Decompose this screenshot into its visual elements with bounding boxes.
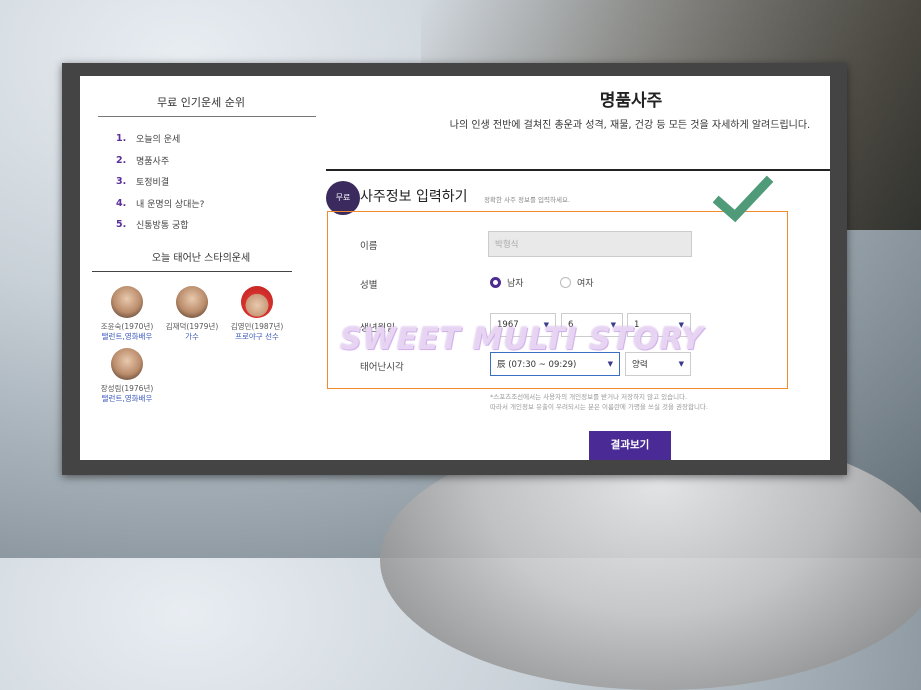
star-card[interactable]: 김재덕(1979년) 가수 <box>157 286 227 342</box>
chevron-down-icon: ▼ <box>678 360 684 368</box>
ranking-item[interactable]: 1. 오늘의 운세 <box>116 128 204 150</box>
gender-female-radio[interactable]: 여자 <box>560 276 594 289</box>
stars-divider <box>92 271 292 272</box>
title-divider <box>326 169 830 171</box>
privacy-notice: *스포츠조선에서는 사용자의 개인정보를 받거나 저장하지 않고 있습니다. 따… <box>490 392 820 412</box>
star-avatar <box>176 286 208 318</box>
star-card[interactable]: 장성림(1976년) 탤런트,영화배우 <box>92 348 162 404</box>
privacy-notice-line: *스포츠조선에서는 사용자의 개인정보를 받거나 저장하지 않고 있습니다. <box>490 393 688 401</box>
checkmark-icon <box>713 175 773 223</box>
star-avatar <box>111 348 143 380</box>
star-card[interactable]: 조윤숙(1970년) 탤런트,영화배우 <box>92 286 162 342</box>
rank-number: 5. <box>116 219 127 231</box>
ranking-list: 1. 오늘의 운세 2. 명품사주 3. 토정비결 4. 내 운명의 상대는? 5. 신통… <box>116 128 204 236</box>
ranking-item[interactable]: 3. 토정비결 <box>116 171 204 193</box>
star-name: 조윤숙(1970년) <box>100 322 154 331</box>
gender-male-label: 남자 <box>507 279 524 289</box>
rank-number: 2. <box>116 154 127 166</box>
radio-unselected-icon <box>560 277 571 288</box>
page-title: 명품사주 <box>599 91 663 111</box>
rank-label: 토정비결 <box>136 178 170 189</box>
rank-label: 명품사주 <box>136 156 170 167</box>
privacy-notice-line: 따라서 개인정보 유출이 우려되시는 분은 이름란에 가명을 쓰실 것을 권장합… <box>490 403 709 411</box>
stars-title: 오늘 태어난 스타의운세 <box>151 253 251 264</box>
star-name: 김재덕(1979년) <box>165 322 219 331</box>
gender-female-label: 여자 <box>577 279 594 289</box>
section-hint: 정확한 사주 정보를 입력하세요. <box>484 196 571 204</box>
rank-number: 3. <box>116 176 127 188</box>
result-button[interactable]: 결과보기 <box>589 431 671 460</box>
star-job: 프로야구 선수 <box>235 332 279 341</box>
rank-number: 4. <box>116 197 127 209</box>
gender-male-radio[interactable]: 남자 <box>490 276 524 289</box>
section-title: 사주정보 입력하기 <box>360 189 468 205</box>
ranking-divider <box>98 116 316 117</box>
star-job: 탤런트,영화배우 <box>101 394 153 403</box>
star-card[interactable]: 김영민(1987년) 프로야구 선수 <box>222 286 292 342</box>
rank-label: 오늘의 운세 <box>136 135 181 146</box>
rank-label: 내 운명의 상대는? <box>136 199 205 210</box>
rank-label: 신통방통 궁합 <box>136 221 189 232</box>
ranking-item[interactable]: 5. 신통방통 궁합 <box>116 214 204 236</box>
ranking-item[interactable]: 2. 명품사주 <box>116 150 204 172</box>
gender-label: 성별 <box>360 280 378 291</box>
birth-time-value: 辰 (07:30 ~ 09:29) <box>497 360 577 370</box>
calendar-type-value: 양력 <box>632 360 648 370</box>
time-label: 태어난시각 <box>360 362 404 373</box>
radio-selected-icon <box>490 277 501 288</box>
free-badge: 무료 <box>328 183 358 213</box>
chevron-down-icon: ▼ <box>607 360 613 368</box>
rank-number: 1. <box>116 133 127 145</box>
star-job: 탤런트,영화배우 <box>101 332 153 341</box>
star-avatar <box>241 286 273 318</box>
star-name: 장성림(1976년) <box>100 384 154 393</box>
ranking-item[interactable]: 4. 내 운명의 상대는? <box>116 193 204 215</box>
name-label: 이름 <box>360 241 378 252</box>
star-name: 김영민(1987년) <box>230 322 284 331</box>
ranking-title: 무료 인기운세 순위 <box>157 96 245 109</box>
star-avatar <box>111 286 143 318</box>
watermark-text: SWEET MULTI STORY <box>340 322 704 357</box>
star-job: 가수 <box>185 332 199 341</box>
page-subtitle: 나의 인생 전반에 걸쳐진 총운과 성격, 재물, 건강 등 모든 것을 자세하… <box>449 120 811 131</box>
name-input[interactable] <box>488 231 692 257</box>
fortune-panel: 무료 인기운세 순위 1. 오늘의 운세 2. 명품사주 3. 토정비결 4. 내 운명… <box>80 76 830 460</box>
